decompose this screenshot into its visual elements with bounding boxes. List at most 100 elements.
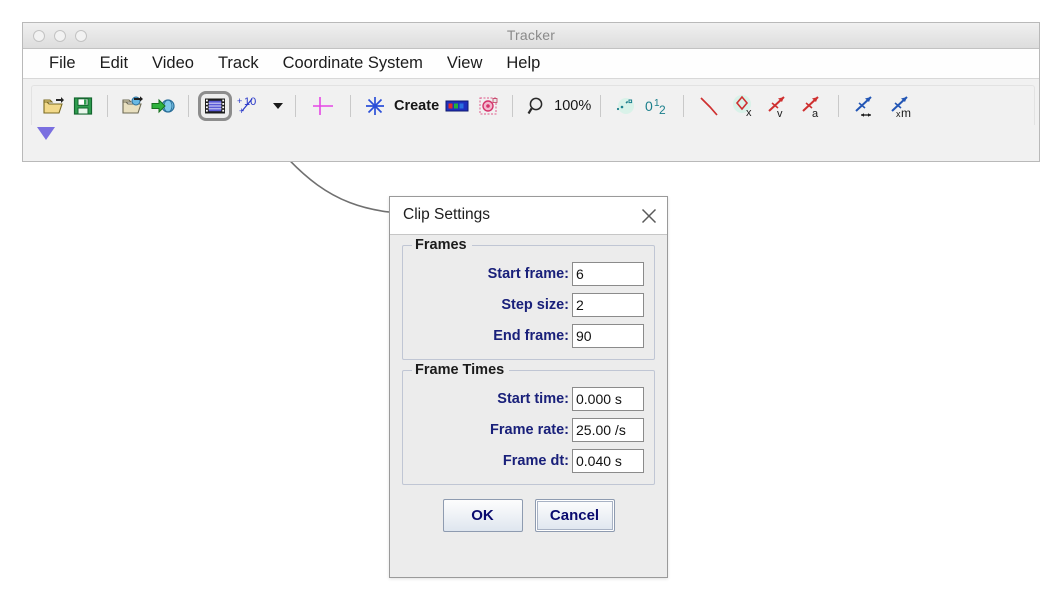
menu-help[interactable]: Help — [494, 54, 552, 73]
rgb-strip-icon — [445, 100, 469, 111]
svg-text:+: + — [239, 106, 244, 116]
toolbar-separator — [350, 94, 351, 117]
clip-settings-button[interactable] — [198, 90, 232, 121]
menu-video[interactable]: Video — [140, 54, 206, 73]
tracker-window: Tracker File Edit Video Track Coordinate… — [22, 22, 1040, 162]
film-strip-icon — [205, 98, 225, 113]
cancel-button[interactable]: Cancel — [534, 499, 615, 532]
start-time-input[interactable]: 0.000 s — [572, 387, 644, 411]
frame-times-group: Frame Times Start time: 0.000 s Frame ra… — [402, 362, 655, 485]
svg-text:a: a — [812, 108, 819, 118]
trails-button[interactable] — [610, 91, 640, 121]
zoom-level-label[interactable]: 100% — [554, 98, 591, 114]
track-control-button[interactable] — [441, 91, 473, 121]
toolbar-separator — [838, 94, 840, 117]
path-button[interactable] — [693, 91, 727, 121]
toolbar-separator — [512, 94, 514, 117]
start-frame-row: Start frame: 6 — [413, 262, 644, 286]
red-diamond-x-icon: x — [733, 94, 752, 118]
svg-text:m: m — [901, 106, 911, 118]
magnifier-icon — [527, 97, 543, 114]
red-arrow-a-icon: a — [802, 95, 819, 118]
dialog-body: Frames Start frame: 6 Step size: 2 End f… — [390, 235, 667, 532]
menubar: File Edit Video Track Coordinate System … — [23, 49, 1039, 79]
end-frame-input[interactable]: 90 — [572, 324, 644, 348]
acceleration-vector-button[interactable]: a — [795, 91, 829, 121]
end-frame-label: End frame: — [493, 328, 569, 344]
frame-step-dropdown-arrow[interactable] — [273, 102, 283, 109]
toolbar-separator — [295, 94, 296, 117]
frame-dt-label: Frame dt: — [502, 453, 569, 469]
frame-rate-row: Frame rate: 25.00 /s — [413, 418, 644, 442]
frame-rate-label: Frame rate: — [490, 422, 569, 438]
mass-vector-button[interactable]: x m — [884, 91, 922, 121]
blue-arrow-xm-icon: x m — [891, 95, 911, 118]
create-track-label[interactable]: Create — [394, 98, 439, 114]
open-file-button[interactable] — [38, 91, 68, 121]
svg-text:+: + — [237, 96, 242, 106]
menu-track[interactable]: Track — [206, 54, 271, 73]
menu-edit[interactable]: Edit — [88, 54, 140, 73]
window-titlebar: Tracker — [23, 23, 1039, 49]
blue-arrow-stretch-icon — [855, 95, 872, 117]
toolbar-separator — [188, 94, 189, 117]
clip-settings-dialog: Clip Settings Frames Start frame: 6 Step… — [389, 196, 668, 578]
floppy-save-icon — [73, 96, 93, 115]
toolbar: + 10 + — [31, 85, 1035, 125]
magenta-axes-icon — [313, 96, 333, 115]
toolbar-separator — [683, 94, 685, 117]
step-size-input[interactable]: 2 — [572, 293, 644, 317]
frame-times-group-title: Frame Times — [412, 362, 510, 378]
frame-step-button[interactable]: + 10 + — [232, 91, 268, 121]
frames-group: Frames Start frame: 6 Step size: 2 End f… — [402, 237, 655, 360]
dialog-button-row: OK Cancel — [402, 499, 655, 532]
start-time-label: Start time: — [497, 391, 569, 407]
frames-group-title: Frames — [412, 237, 472, 253]
frame-dt-input[interactable]: 0.040 s — [572, 449, 644, 473]
green-arrow-globe-icon — [151, 98, 175, 113]
start-frame-input[interactable]: 6 — [572, 262, 644, 286]
menu-coordinate-system[interactable]: Coordinate System — [271, 54, 435, 73]
svg-text:2: 2 — [659, 103, 666, 117]
labels-button[interactable]: 0 1 2 — [640, 91, 674, 121]
open-folder-arrow-icon — [122, 95, 143, 114]
start-frame-label: Start frame: — [487, 266, 569, 282]
plus-ten-icon: + 10 + — [237, 96, 256, 116]
start-time-row: Start time: 0.000 s — [413, 387, 644, 411]
pink-target-icon — [479, 97, 498, 114]
svg-text:x: x — [746, 107, 752, 118]
open-folder-icon — [43, 96, 64, 114]
svg-text:v: v — [777, 108, 783, 118]
velocity-vector-button[interactable]: v — [761, 91, 795, 121]
menu-view[interactable]: View — [435, 54, 494, 73]
ok-button[interactable]: OK — [442, 499, 523, 532]
menu-file[interactable]: File — [37, 54, 88, 73]
toolbar-separator — [600, 94, 602, 117]
frame-rate-input[interactable]: 25.00 /s — [572, 418, 644, 442]
toolbar-area: + 10 + — [23, 79, 1039, 161]
stretch-vector-button[interactable] — [848, 91, 884, 121]
step-size-label: Step size: — [501, 297, 569, 313]
blue-star-icon — [366, 96, 384, 115]
red-path-icon — [700, 96, 718, 116]
close-x-icon — [641, 208, 657, 224]
create-track-button[interactable] — [360, 91, 390, 121]
dialog-titlebar: Clip Settings — [390, 197, 667, 235]
save-file-button[interactable] — [68, 91, 98, 121]
svg-text:0: 0 — [645, 98, 653, 114]
axes-button[interactable] — [305, 91, 341, 121]
dialog-close-button[interactable] — [639, 206, 659, 226]
teal-dots-icon — [617, 97, 635, 114]
expand-triangle-icon[interactable] — [37, 127, 55, 140]
end-frame-row: End frame: 90 — [413, 324, 644, 348]
zero-one-two-icon: 0 1 2 — [645, 98, 666, 117]
library-browser-button[interactable] — [147, 91, 179, 121]
step-size-row: Step size: 2 — [413, 293, 644, 317]
window-title: Tracker — [506, 27, 556, 43]
zoom-button[interactable] — [522, 91, 552, 121]
screenshot-root: Tracker File Edit Video Track Coordinate… — [0, 0, 1062, 598]
position-vector-button[interactable]: x — [727, 91, 761, 121]
open-library-button[interactable] — [117, 91, 147, 121]
red-arrow-v-icon: v — [768, 95, 785, 118]
autotracker-button[interactable] — [473, 91, 503, 121]
